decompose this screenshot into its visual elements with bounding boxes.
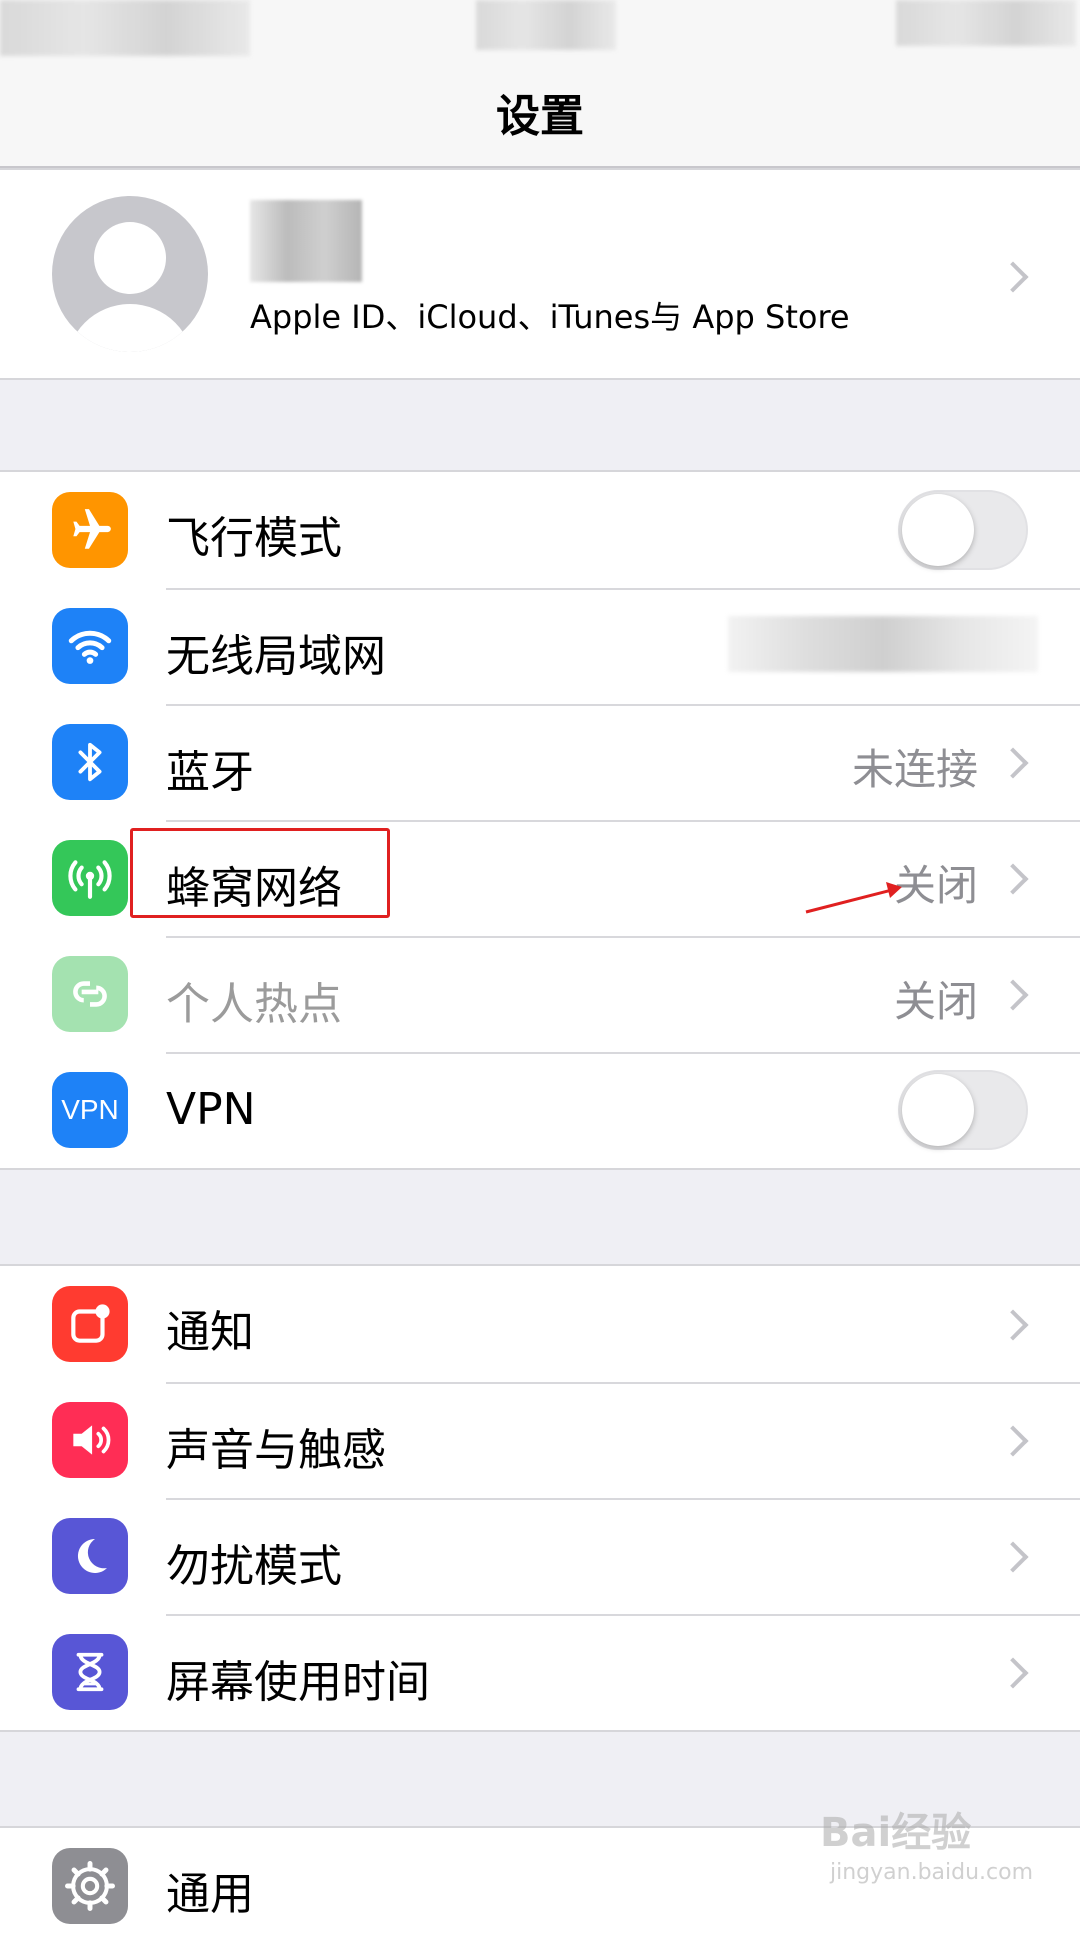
vpn-icon-text: VPN xyxy=(61,1094,119,1125)
hourglass-icon xyxy=(52,1634,128,1710)
moon-icon xyxy=(52,1518,128,1594)
vpn-icon: VPN xyxy=(52,1072,128,1148)
wifi-network-name-redacted xyxy=(728,616,1038,672)
settings-row-airplane-mode[interactable]: 飞行模式 xyxy=(0,472,1080,588)
settings-row-label: VPN xyxy=(166,1084,256,1135)
settings-row-label: 声音与触感 xyxy=(166,1425,386,1476)
status-bar-left-blur xyxy=(0,0,250,56)
gear-icon xyxy=(52,1848,128,1924)
settings-row-label: 个人热点 xyxy=(166,979,342,1030)
antenna-icon xyxy=(52,840,128,916)
speaker-icon xyxy=(52,1402,128,1478)
baidu-watermark-logo: Bai经验 xyxy=(820,1810,972,1856)
settings-row-screen-time[interactable]: 屏幕使用时间 xyxy=(0,1614,1080,1730)
wifi-icon xyxy=(52,608,128,684)
settings-row-sounds[interactable]: 声音与触感 xyxy=(0,1382,1080,1498)
settings-row-label: 通知 xyxy=(166,1307,254,1358)
settings-row-label: 勿扰模式 xyxy=(166,1541,342,1592)
hotspot-icon xyxy=(52,956,128,1032)
navigation-bar: 设置 xyxy=(0,0,1080,168)
avatar xyxy=(52,196,208,352)
notification-icon xyxy=(52,1286,128,1362)
settings-row-label: 飞行模式 xyxy=(166,513,342,564)
network-settings-group: 飞行模式 无线局域网 蓝牙 未连接 蜂窝网络 关闭 个人热点 关闭 VPN VP… xyxy=(0,470,1080,1170)
page-title: 设置 xyxy=(496,91,584,142)
settings-row-do-not-disturb[interactable]: 勿扰模式 xyxy=(0,1498,1080,1614)
annotation-arrow-icon xyxy=(805,882,902,914)
airplane-mode-toggle[interactable] xyxy=(898,490,1028,570)
settings-row-label: 蓝牙 xyxy=(166,747,254,798)
settings-row-label: 通用 xyxy=(166,1869,254,1920)
settings-row-label: 无线局域网 xyxy=(166,631,386,682)
chevron-right-icon xyxy=(997,261,1029,293)
settings-row-personal-hotspot[interactable]: 个人热点 关闭 xyxy=(0,936,1080,1052)
cellular-highlight-box xyxy=(130,828,390,918)
profile-subtitle: Apple ID、iCloud、iTunes与 App Store xyxy=(250,298,850,336)
settings-row-notifications[interactable]: 通知 xyxy=(0,1266,1080,1382)
settings-row-wifi[interactable]: 无线局域网 xyxy=(0,588,1080,704)
status-bar-center-blur xyxy=(476,0,616,50)
vpn-toggle[interactable] xyxy=(898,1070,1028,1150)
settings-row-value: 关闭 xyxy=(893,977,978,1026)
settings-row-label: 屏幕使用时间 xyxy=(166,1657,430,1708)
profile-name-redacted xyxy=(250,200,362,282)
settings-row-bluetooth[interactable]: 蓝牙 未连接 xyxy=(0,704,1080,820)
status-bar-right-blur xyxy=(896,0,1076,46)
settings-row-value: 未连接 xyxy=(851,745,978,794)
bluetooth-icon xyxy=(52,724,128,800)
airplane-icon xyxy=(52,492,128,568)
settings-row-vpn[interactable]: VPN VPN xyxy=(0,1052,1080,1168)
apple-id-profile-row[interactable]: Apple ID、iCloud、iTunes与 App Store xyxy=(0,168,1080,380)
baidu-watermark-url: jingyan.baidu.com xyxy=(830,1860,1034,1885)
system-settings-group: 通知 声音与触感 勿扰模式 屏幕使用时间 xyxy=(0,1264,1080,1732)
